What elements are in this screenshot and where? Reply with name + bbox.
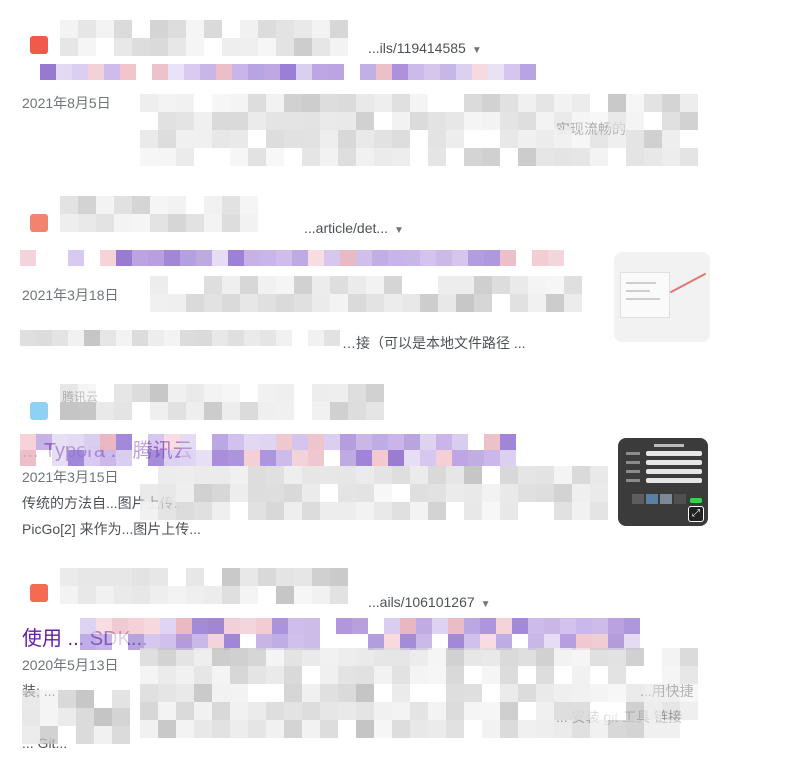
mosaic-cell <box>518 148 536 166</box>
mosaic-cell <box>338 148 356 166</box>
result-snippet: 2020年5月13日 装; ... ...用快捷 ... 安装 git 工具 链接… <box>22 652 694 756</box>
mosaic-cell <box>446 148 464 166</box>
mosaic-cell <box>482 148 500 166</box>
thumbnail-bar <box>626 290 650 292</box>
mosaic-cell <box>662 148 680 166</box>
snippet-text: PicGo[2] 来作为...图片上传... <box>22 521 201 537</box>
thumbnail-panel <box>620 272 670 318</box>
thumbnail-swatch <box>674 494 686 504</box>
mosaic-cell <box>590 148 608 166</box>
result-date: 2021年3月15日 <box>22 469 119 485</box>
snippet-text: 传统的方法自...图片上传... <box>22 495 186 511</box>
result-snippet: 2021年3月18日 …接（可以是本地文件路径 ... <box>22 282 612 360</box>
mosaic-cell <box>284 148 302 166</box>
result-source[interactable]: ...article/det... ▼ <box>22 200 712 236</box>
mosaic-cell <box>410 148 428 166</box>
mosaic-cell <box>230 148 248 166</box>
mosaic-cell <box>554 148 572 166</box>
result-source[interactable]: 腾讯云 <box>22 388 712 420</box>
mosaic-cell <box>158 148 176 166</box>
mosaic-cell <box>626 148 644 166</box>
result-title-row[interactable]: 使用 ... SDK... <box>22 620 712 650</box>
snippet-text: ... 安装 git 工具 链接 <box>556 709 683 725</box>
result-breadcrumb[interactable]: ...ils/119414585 ▼ <box>368 40 482 56</box>
mosaic-cell <box>428 148 446 166</box>
mosaic-cell <box>266 148 284 166</box>
mosaic-cell <box>374 148 392 166</box>
result-date: 2020年5月13日 <box>22 657 119 673</box>
result-snippet: 2021年8月5日 实现流畅的 <box>22 90 626 142</box>
search-result: ...ils/119414585 ▼ 2021年8月5日 实现流畅的 <box>22 30 712 142</box>
expand-icon[interactable]: ⤢ <box>688 506 704 522</box>
thumbnail-label <box>626 470 640 473</box>
site-name: 腾讯云 <box>62 390 99 404</box>
thumbnail-bar <box>626 298 660 300</box>
mosaic-cell <box>644 148 662 166</box>
caret-down-icon[interactable]: ▼ <box>394 225 404 236</box>
mosaic-cell <box>536 148 554 166</box>
thumbnail-label <box>626 452 640 455</box>
result-source[interactable]: ...ils/119414585 ▼ <box>22 30 712 60</box>
thumbnail-field <box>646 469 702 474</box>
thumbnail-swatch <box>646 494 658 504</box>
result-date: 2021年8月5日 <box>22 95 111 111</box>
caret-down-icon[interactable]: ▼ <box>472 45 482 56</box>
result-thumbnail[interactable] <box>614 252 710 342</box>
mosaic-cell <box>572 148 590 166</box>
mosaic-cell <box>356 148 374 166</box>
result-title-row[interactable] <box>22 60 712 90</box>
thumbnail-swatch <box>660 494 672 504</box>
mosaic-cell <box>500 148 518 166</box>
breadcrumb-text: ...article/det... <box>304 220 389 236</box>
snippet-text: 装; ... <box>22 683 56 699</box>
mosaic-cell <box>248 148 266 166</box>
breadcrumb-text: ...ils/119414585 <box>368 40 466 56</box>
search-result: 腾讯云 ... Typora ... 腾讯云 2021年3月15日 传统的方法自… <box>22 388 712 542</box>
mosaic-cell <box>464 148 482 166</box>
thumbnail-header <box>654 444 684 447</box>
search-result: ...ails/106101267 ▼ 使用 ... SDK... 2020年5月… <box>22 572 712 756</box>
result-title[interactable]: 使用 ... SDK... <box>22 622 148 651</box>
thumbnail-label <box>626 461 640 464</box>
thumbnail-field <box>646 451 702 456</box>
result-date: 2021年3月18日 <box>22 287 119 303</box>
site-favicon-icon <box>30 584 48 602</box>
mosaic-cell <box>194 148 212 166</box>
mosaic-cell <box>176 148 194 166</box>
site-favicon-icon <box>30 214 48 232</box>
result-thumbnail[interactable]: ⤢ <box>618 438 708 526</box>
thumbnail-swatch <box>632 494 644 504</box>
thumbnail-label <box>626 479 640 482</box>
thumbnail-field <box>646 460 702 465</box>
caret-down-icon[interactable]: ▼ <box>481 599 491 610</box>
mosaic-cell <box>140 148 158 166</box>
site-favicon-icon <box>30 36 48 54</box>
thumbnail-button <box>690 498 702 503</box>
result-title[interactable]: ... Typora ... 腾讯云 <box>22 434 193 463</box>
result-breadcrumb[interactable]: ...article/det... ▼ <box>304 220 404 236</box>
result-title-row[interactable]: ... Typora ... 腾讯云 <box>22 432 712 462</box>
mosaic-cell <box>320 148 338 166</box>
mosaic-cell <box>680 148 698 166</box>
result-title-row[interactable] <box>22 250 712 280</box>
site-favicon-icon <box>30 402 48 420</box>
mosaic-cell <box>302 148 320 166</box>
mosaic-cell <box>392 148 410 166</box>
snippet-text: ...用快捷 <box>640 683 694 699</box>
result-source[interactable]: ...ails/106101267 ▼ <box>22 572 712 610</box>
thumbnail-field <box>646 478 702 483</box>
result-snippet: 2021年3月15日 传统的方法自...图片上传... PicGo[2] 来作为… <box>22 464 612 542</box>
mosaic-cell <box>212 148 230 166</box>
breadcrumb-text: ...ails/106101267 <box>368 594 475 610</box>
snippet-text: ... Git... <box>22 735 68 751</box>
thumbnail-chart-line <box>669 272 707 294</box>
search-result: ...article/det... ▼ 2021年3月18日 …接（可以是本地文件… <box>22 200 712 360</box>
mosaic-cell <box>608 148 626 166</box>
thumbnail-bar <box>626 282 656 284</box>
snippet-text: …接（可以是本地文件路径 ... <box>342 335 526 351</box>
result-breadcrumb[interactable]: ...ails/106101267 ▼ <box>368 594 491 610</box>
snippet-text: 实现流畅的 <box>556 121 626 137</box>
